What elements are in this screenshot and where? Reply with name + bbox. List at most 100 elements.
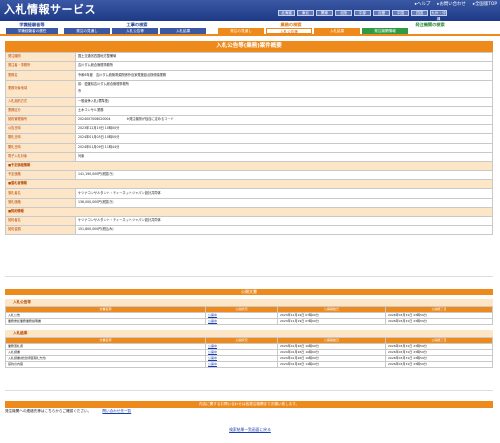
public-docs-title: 公開文書 [5, 289, 493, 295]
info-value-text: 一般競争入札(標準型) [78, 98, 110, 103]
doc-end-date: 2026年03月31日 23時59分 [385, 318, 493, 325]
info-row: 業務名 令和6年度 吉川ダム統管電源関係外自家発施設点検修繕業務 [5, 70, 493, 81]
doc-status-link[interactable]: 公開中 [205, 318, 278, 325]
info-label: 落札者名 [5, 188, 76, 199]
info-value: 2023年12月19日 10時00分 [75, 124, 493, 135]
info-label: 開札日時 [5, 133, 76, 144]
info-row: 発注者・事務所 吉川ダム総合管理事務所 [5, 61, 493, 72]
table-row: 業務委託業務業務説明書 公開中 2023年12月19日 07時00分 2026年03月… [5, 318, 493, 325]
nav-group-services: 業務の検索 発注の見通し 入札公告等 入札結果 [218, 22, 364, 34]
info-row: 開札日時 2024年01月05日 10時00分 [5, 133, 493, 144]
info-row: 落札者名 ケツナコンサルタント・ティーネットジャパン設計共同体 [5, 188, 493, 199]
info-value-text: 県：愛媛県吉川ダム総合管理事務所 [78, 81, 129, 86]
result-docs-heading: 入札結果 [5, 330, 493, 337]
region-tabs: 北海道 東北 関東 北陸 中部 近畿 中国 四国 九州・沖縄 [278, 10, 447, 21]
info-value-text: 2024007006020004 [78, 117, 111, 122]
info-value: 151,800,000円(税込み) [75, 225, 493, 236]
info-value: ケツナコンサルタント・ティーネットジャパン設計共同体 [75, 215, 493, 227]
info-value-text: 136,000,000円(税抜き) [78, 199, 114, 204]
info-value: 令和6年度 吉川ダム統管電源関係外自家発施設点検修繕業務 [75, 70, 493, 81]
info-row: 公告日時 2023年12月19日 10時00分 [5, 124, 493, 135]
info-label: 開札日時 [5, 142, 76, 153]
help-link[interactable]: ▸ヘルプ [415, 2, 430, 7]
info-value: 141,190,000円(税抜き) [75, 170, 493, 181]
back-to-results-link[interactable]: 検索結果一覧画面に戻る [229, 427, 271, 432]
info-value-text: 151,800,000円(税込み) [78, 227, 114, 232]
region-button[interactable]: 北陸 [335, 10, 352, 16]
info-value: 2024007006020004 ※発注機関が独自に定めるコード [75, 114, 493, 126]
info-label: 契約者名 [5, 215, 76, 227]
info-label: 入札契約方式 [5, 96, 76, 107]
nav-divider [0, 34, 500, 36]
info-value: ケツナコンサルタント・ティーネットジャパン設計共同体 [75, 188, 493, 199]
section-row: ■予定価格情報 [5, 160, 493, 172]
info-value: 吉川ダム総合管理事務所 [75, 61, 493, 72]
info-value-text: 2024年01月09日 11時44分 [78, 144, 120, 149]
section-row: ■落札者情報 [5, 179, 493, 190]
result-docs-table: 文書名称 公開状況 公開開始日 公開終了日 業務落札者 公開中 2024年01月26日 10… [5, 337, 493, 368]
divider [5, 390, 493, 391]
region-button[interactable]: 中国 [392, 10, 409, 16]
info-label: 業務区分 [5, 105, 76, 116]
doc-start-date: 2024年01月26日 14時00分 [277, 361, 386, 368]
section-heading: ■契約情報 [5, 206, 493, 218]
section-heading: ■予定価格情報 [5, 160, 493, 172]
doc-end-date: 2026年03月31日 23時59分 [385, 361, 493, 368]
page-title: 入札公告等(業務)案件概要 [5, 41, 493, 52]
info-label: 契約金額 [5, 225, 76, 236]
region-button[interactable]: 九州・沖縄 [430, 10, 447, 21]
nav-group-agencies: 発注機関の検索 発注機関情報 [362, 22, 488, 34]
info-value-text: 対象 [78, 153, 85, 158]
info-value-text: 2023年12月19日 10時00分 [78, 126, 120, 131]
info-row: 契約金額 151,800,000円(税込み) [5, 225, 493, 236]
info-value-text: 土木コンサル業務 [78, 107, 104, 112]
region-button[interactable]: 北海道 [278, 10, 295, 16]
region-button[interactable]: 四国 [411, 10, 428, 16]
region-button[interactable]: 関東 [316, 10, 333, 16]
info-row: 落札価格 136,000,000円(税抜き) [5, 197, 493, 208]
contact-link[interactable]: ▸お問い合わせ [437, 2, 466, 7]
info-value-text: ケツナコンサルタント・ティーネットジャパン設計共同体 [78, 190, 161, 195]
region-button[interactable]: 中部 [354, 10, 371, 16]
doc-name: 業務委託業務業務説明書 [5, 318, 206, 325]
info-value: 一般競争入札(標準型) [75, 96, 493, 107]
nav-group-construction: 工事の検索 発注の見通し 入札公告等 入札結果 [64, 22, 210, 34]
info-note: ※発注機関が独自に定めるコード [126, 117, 174, 122]
inquiry-band: 内容に関するお問い合わせは各発注機関までお願い致します。 [5, 401, 493, 408]
info-label: 業務名 [5, 70, 76, 81]
info-value: 136,000,000円(税抜き) [75, 197, 493, 208]
doc-status-link[interactable]: 公開中 [205, 361, 278, 368]
info-value-text: 令和6年度 吉川ダム統管電源関係外自家発施設点検修繕業務 [78, 72, 167, 77]
info-value: 土木コンサル業務 [75, 105, 493, 116]
region-button[interactable]: 近畿 [373, 10, 390, 16]
info-value: 県：愛媛県吉川ダム総合管理事務所市 [75, 79, 493, 98]
info-row: 業務区分 土木コンサル業務 [5, 105, 493, 116]
contact-list-link[interactable]: 問い合わせ先一覧 [102, 409, 131, 413]
header-links: ▸ヘルプ ▸お問い合わせ ▸全国版TOP [415, 2, 497, 7]
section-row: ■契約情報 [5, 206, 493, 218]
info-row: 発注機関 国土交通省四国地方整備局 [5, 51, 493, 63]
home-link[interactable]: ▸全国版TOP [473, 2, 497, 7]
info-row: 電子入札対象 対象 [5, 151, 493, 162]
info-label: 電子入札対象 [5, 151, 76, 162]
info-value: 国土交通省四国地方整備局 [75, 51, 493, 63]
info-label: 公告日時 [5, 124, 76, 135]
section-heading: ■落札者情報 [5, 179, 493, 190]
info-row: 開札日時 2024年01月09日 11時44分 [5, 142, 493, 153]
doc-name: 契約の内容 [5, 361, 206, 368]
info-value-text: 吉川ダム総合管理事務所 [78, 63, 114, 68]
info-label: 発注機関 [5, 51, 76, 63]
table-row: 契約の内容 公開中 2024年01月26日 14時00分 2026年03月31日 23… [5, 361, 493, 368]
header-bar: 入札情報サービス ▸ヘルプ ▸お問い合わせ ▸全国版TOP 北海道 東北 関東 … [0, 0, 500, 21]
nav-row: 学識経験者等 学識経験者の選任 工事の検索 発注の見通し 入札公告等 入札結果 … [0, 21, 500, 34]
divider [5, 276, 493, 277]
nav-group-experts: 学識経験者等 学識経験者の選任 [6, 22, 58, 34]
summary-table: 発注機関 国土交通省四国地方整備局 発注者・事務所 吉川ダム総合管理事務所 業務名 令和6… [5, 51, 493, 236]
info-value: 2024年01月05日 10時00分 [75, 133, 493, 144]
info-label: 発注者・事務所 [5, 61, 76, 72]
info-label: 業務対象地域 [5, 79, 76, 98]
region-button[interactable]: 東北 [297, 10, 314, 16]
doc-start-date: 2023年12月19日 07時00分 [277, 318, 386, 325]
inquiry-line: 発注機関への連絡先等はこちらからご確認ください。 問い合わせ先一覧 [5, 409, 132, 413]
info-row: 契約管理番号 2024007006020004 ※発注機関が独自に定めるコード [5, 114, 493, 126]
